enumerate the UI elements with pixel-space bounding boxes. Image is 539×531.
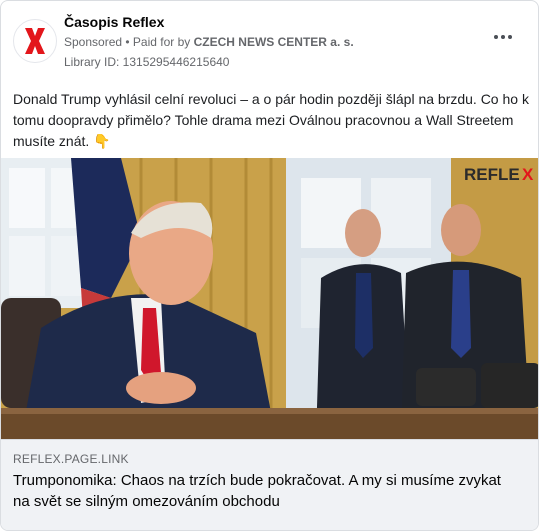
reflex-x-logo-icon	[25, 28, 45, 54]
page-avatar[interactable]	[13, 19, 57, 63]
ad-image[interactable]: REFLE X	[1, 158, 538, 439]
more-options-icon[interactable]	[494, 31, 514, 43]
link-preview[interactable]: REFLEX.PAGE.LINK Trumponomika: Chaos na …	[1, 439, 538, 530]
oval-office-photo: REFLE X	[1, 158, 538, 439]
library-id: Library ID: 1315295446215640	[64, 55, 230, 69]
paid-for-label: • Paid for by	[125, 35, 191, 49]
page-name-link[interactable]: Časopis Reflex	[64, 14, 164, 30]
payer-name: CZECH NEWS CENTER a. s.	[193, 35, 354, 49]
watermark-text-main: REFLE	[464, 165, 520, 184]
link-headline[interactable]: Trumponomika: Chaos na trzích bude pokra…	[13, 470, 513, 512]
post-header: Časopis Reflex Sponsored • Paid for by C…	[13, 11, 526, 73]
sponsored-label: Sponsored	[64, 35, 123, 49]
sponsored-line: Sponsored • Paid for by CZECH NEWS CENTE…	[64, 35, 354, 49]
watermark-text-accent: X	[522, 165, 534, 184]
ad-card: Časopis Reflex Sponsored • Paid for by C…	[0, 0, 539, 531]
link-domain: REFLEX.PAGE.LINK	[13, 452, 129, 466]
post-body-text: Donald Trump vyhlásil celní revoluci – a…	[13, 91, 529, 149]
